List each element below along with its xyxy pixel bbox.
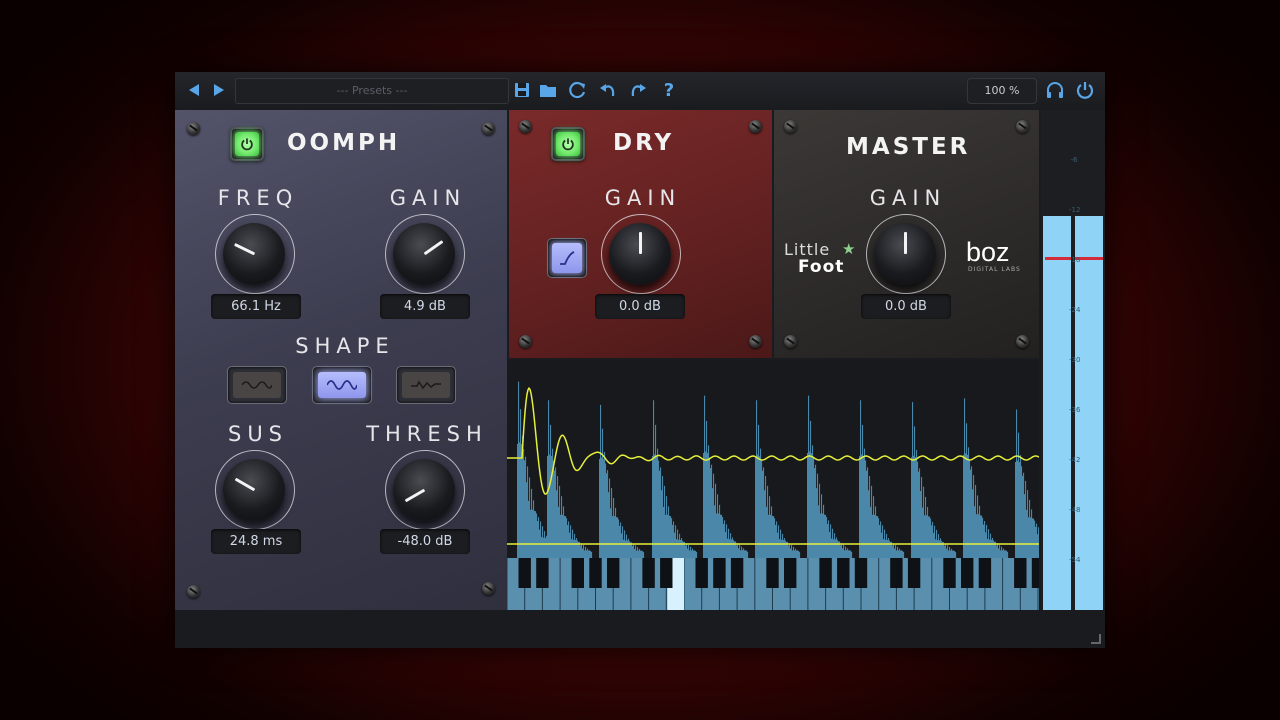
oomph-gain-value[interactable]: 4.9 dB [380, 294, 470, 319]
screw-icon [519, 335, 532, 348]
star-icon: ★ [842, 240, 856, 258]
oomph-gain-label: GAIN [389, 186, 467, 210]
screw-icon [749, 120, 762, 133]
plugin-window: --- Presets --- ? 100 % OOMPH FREQ 66.1 … [175, 72, 1105, 648]
screw-icon [187, 585, 200, 598]
oomph-enable-button[interactable] [230, 127, 264, 161]
meter-peak-left [1045, 257, 1071, 260]
dry-enable-button[interactable] [551, 127, 585, 161]
shape-button-1[interactable] [227, 366, 287, 404]
transient-spike [703, 395, 749, 558]
master-gain-value[interactable]: 0.0 dB [861, 294, 951, 319]
screw-icon [187, 122, 200, 135]
folder-icon[interactable] [537, 80, 559, 102]
output-meter: -6 -12 -18 -24 -30 -36 -42 -48 -54 [1041, 110, 1105, 610]
master-gain-label: GAIN [869, 186, 947, 210]
screw-icon [784, 335, 797, 348]
dry-gain-value[interactable]: 0.0 dB [595, 294, 685, 319]
dry-gain-label: GAIN [604, 186, 682, 210]
power-icon[interactable] [1074, 80, 1096, 102]
oomph-panel: OOMPH FREQ 66.1 Hz GAIN 4.9 dB SHAPE SUS… [175, 110, 507, 610]
meter-scale-label: -24 [1069, 306, 1081, 314]
oomph-waveform [507, 386, 1039, 495]
master-panel: MASTER GAIN Little Foot ★ 0.0 dB boz DIG… [774, 110, 1039, 358]
oomph-gain-knob[interactable] [385, 214, 465, 294]
dry-gain-knob[interactable] [601, 214, 681, 294]
dry-title: DRY [613, 130, 675, 156]
screw-icon [749, 335, 762, 348]
meter-bar-left [1043, 216, 1071, 610]
piano-keyboard[interactable] [507, 558, 1039, 610]
transient-spike [599, 404, 645, 558]
transient-spike [963, 398, 1009, 558]
waveform-graph [507, 381, 1039, 610]
thresh-value[interactable]: -48.0 dB [380, 529, 470, 554]
screw-icon [1016, 120, 1029, 133]
meter-scale-label: -30 [1069, 356, 1081, 364]
waveform-display [507, 360, 1039, 610]
transient-spike [1015, 409, 1039, 558]
meter-scale-label: -48 [1069, 506, 1081, 514]
meter-scale-label: -12 [1069, 206, 1081, 214]
screw-icon [482, 582, 495, 595]
toolbar: --- Presets --- ? 100 % [175, 72, 1105, 110]
thresh-label: THRESH [366, 422, 488, 446]
meter-scale-label: -54 [1069, 556, 1081, 564]
transient-spike [911, 402, 957, 558]
screw-icon [784, 120, 797, 133]
zoom-selector[interactable]: 100 % [967, 78, 1037, 104]
transient-spike [755, 400, 801, 558]
shape-label: SHAPE [295, 334, 395, 358]
shape-button-3[interactable] [396, 366, 456, 404]
oomph-title: OOMPH [287, 130, 401, 156]
screw-icon [482, 122, 495, 135]
next-preset-icon[interactable] [208, 80, 230, 102]
meter-scale-label: -36 [1069, 406, 1081, 414]
master-title: MASTER [846, 134, 971, 160]
transient-spike [547, 400, 593, 558]
freq-value[interactable]: 66.1 Hz [211, 294, 301, 319]
refresh-icon[interactable] [567, 80, 589, 102]
meter-scale-label: -42 [1069, 456, 1081, 464]
prev-preset-icon[interactable] [183, 80, 205, 102]
redo-icon[interactable] [627, 80, 649, 102]
screw-icon [1016, 335, 1029, 348]
thresh-knob[interactable] [385, 450, 465, 530]
undo-icon[interactable] [597, 80, 619, 102]
transient-spike [652, 400, 698, 558]
shape-button-2[interactable] [312, 366, 372, 404]
dry-panel: DRY GAIN 0.0 dB [509, 110, 772, 358]
transient-spike [807, 395, 853, 558]
sus-knob[interactable] [215, 450, 295, 530]
headphones-icon[interactable] [1044, 80, 1066, 102]
meter-scale-label: -6 [1070, 156, 1078, 164]
master-gain-knob[interactable] [866, 214, 946, 294]
screw-icon [519, 120, 532, 133]
dry-filter-button[interactable] [547, 238, 587, 278]
resize-handle[interactable] [1091, 634, 1101, 644]
sus-label: SUS [227, 422, 289, 446]
help-icon[interactable]: ? [658, 80, 680, 102]
meter-scale-label: -18 [1069, 256, 1081, 264]
freq-label: FREQ [217, 186, 299, 210]
freq-knob[interactable] [215, 214, 295, 294]
sus-value[interactable]: 24.8 ms [211, 529, 301, 554]
footer-bar [175, 610, 1105, 648]
littlefoot-logo: Little Foot ★ [784, 240, 856, 277]
transient-spike [859, 400, 905, 558]
boz-logo: boz DIGITAL LABS [966, 237, 1021, 273]
save-icon[interactable] [511, 80, 533, 102]
preset-selector[interactable]: --- Presets --- [235, 78, 509, 104]
